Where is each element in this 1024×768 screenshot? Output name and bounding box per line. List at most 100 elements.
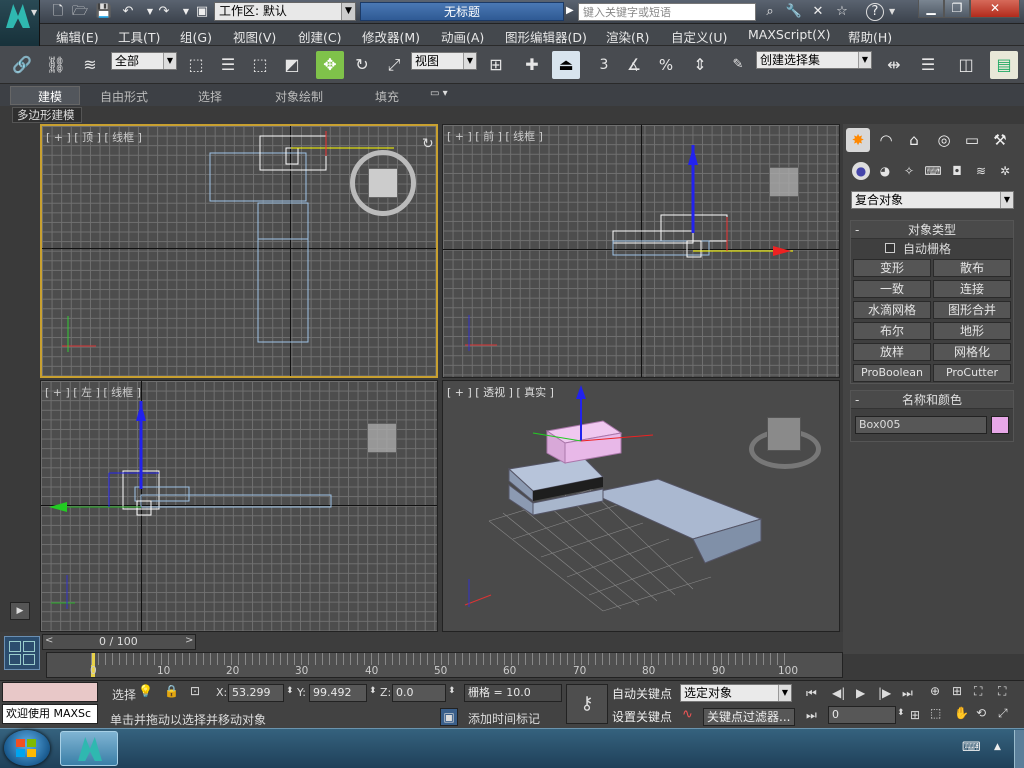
pan-view-icon[interactable]: ✋ [954,706,969,720]
mirror-icon[interactable]: ⇹ [880,51,908,79]
boolean-button[interactable]: 布尔 [853,322,931,340]
ribbon-tab-object-paint[interactable]: 对象绘制 [275,88,323,105]
minimize-button[interactable]: ▁ [918,0,944,18]
menu-rendering[interactable]: 渲染(R) [606,27,649,46]
auto-grid-checkbox[interactable] [885,243,895,253]
viewcube[interactable] [367,423,397,453]
favorites-star-icon[interactable]: ☆ [832,2,852,22]
x-coordinate-field[interactable]: 53.299 [228,684,284,702]
keyboard-icon[interactable]: ⌨ [962,740,981,755]
percent-snap-icon[interactable]: % [652,51,680,79]
cameras-icon[interactable]: ⌨ [924,162,942,180]
space-warps-icon[interactable]: ≋ [972,162,990,180]
menu-create[interactable]: 创建(C) [298,27,341,46]
shapemerge-button[interactable]: 图形合并 [933,301,1011,319]
unlink-selection-icon[interactable]: ⛓ [42,51,70,79]
select-by-name-icon[interactable]: ☰ [214,51,242,79]
time-tag-icon[interactable]: ▣ [440,708,458,726]
open-file-icon[interactable]: 🗁 [70,2,90,22]
selection-lock-icon[interactable]: 🔒 [164,684,179,698]
absolute-mode-icon[interactable]: ⊡ [190,684,200,698]
snaps-toggle-icon[interactable]: 3 [590,51,618,79]
zoom-extents-icon[interactable]: ⛶ [974,684,982,699]
select-object-icon[interactable]: ⬚ [182,51,210,79]
select-and-scale-icon[interactable]: ⤢ [380,51,408,79]
set-key-button[interactable]: 设置关键点 [612,708,672,725]
helpers-icon[interactable]: ◘ [948,162,966,180]
viewcube[interactable] [368,168,398,198]
maxscript-input[interactable]: 欢迎使用 MAXSc [2,704,98,724]
next-frame-icon[interactable]: |▶ [878,686,891,700]
time-slider-prev-icon[interactable]: < [45,635,53,646]
window-crossing-icon[interactable]: ◩ [278,51,306,79]
motion-tab-icon[interactable]: ◎ [932,128,956,152]
search-expand-icon[interactable]: ▶ [566,5,574,16]
time-slider-next-icon[interactable]: > [185,635,193,646]
angle-snap-icon[interactable]: ∡ [620,51,648,79]
select-and-manipulate-icon[interactable]: ✚ [518,51,546,79]
application-menu-button[interactable]: ▼ [0,0,40,46]
go-to-end-icon[interactable]: ⏭ [902,686,913,701]
taskbar-3dsmax-button[interactable] [60,731,118,766]
modify-tab-icon[interactable]: ◠ [874,128,898,152]
viewcube-home-icon[interactable]: ↻ [422,136,434,152]
undo-icon[interactable]: ↶ [118,2,138,22]
selection-filter-select[interactable]: 全部 ▼ [111,52,177,70]
workspace-select[interactable]: 工作区: 默认 ▼ [214,2,356,21]
menu-view[interactable]: 视图(V) [233,27,276,46]
menu-animation[interactable]: 动画(A) [441,27,484,46]
zoom-all-icon[interactable]: ⊞ [952,684,962,698]
y-spinner-icon[interactable]: ⬍ [369,686,377,696]
zoom-icon[interactable]: ⊕ [930,684,940,698]
ribbon-tab-modeling[interactable]: 建模 [38,88,62,105]
pivot-center-icon[interactable]: ⊞ [482,51,510,79]
project-folder-icon[interactable]: ▣ [192,2,212,22]
play-icon[interactable]: ▶ [856,686,865,700]
menu-maxscript[interactable]: MAXScript(X) [748,27,830,42]
spinner-snap-icon[interactable]: ⇕ [686,51,714,79]
viewport-left-label[interactable]: [ + ] [ 左 ] [ 线框 ] [45,384,141,400]
key-filters-button[interactable]: 关键点过滤器... [703,708,795,726]
key-mode-select[interactable]: 选定对象 ▼ [680,684,792,702]
tray-expand-icon[interactable]: ▲ [994,742,1001,752]
mesher-button[interactable]: 网格化 [933,343,1011,361]
help-icon[interactable]: ? [866,3,884,21]
terrain-button[interactable]: 地形 [933,322,1011,340]
expand-viewport-layout-icon[interactable]: ▶ [10,602,30,620]
conform-button[interactable]: 一致 [853,280,931,298]
viewport-top[interactable]: ↻ [ + ] [ 顶 ] [ 线框 ] [40,124,438,378]
maximize-button[interactable]: ❐ [944,0,970,18]
ribbon-tab-selection[interactable]: 选择 [198,88,222,105]
select-and-move-icon[interactable]: ✥ [316,51,344,79]
menu-help[interactable]: 帮助(H) [848,27,892,46]
viewport-perspective-label[interactable]: [ + ] [ 透视 ] [ 真实 ] [447,384,554,400]
show-desktop-button[interactable] [1014,730,1024,768]
viewport-front-label[interactable]: [ + ] [ 前 ] [ 线框 ] [447,128,543,144]
communication-center-icon[interactable]: ✕ [808,2,828,22]
redo-icon[interactable]: ↷ [154,2,174,22]
menu-tools[interactable]: 工具(T) [118,27,160,46]
start-button[interactable] [4,730,50,766]
named-selection-sets-select[interactable]: 创建选择集 ▼ [756,51,872,69]
z-spinner-icon[interactable]: ⬍ [448,686,456,696]
procutter-button[interactable]: ProCutter [933,364,1011,382]
systems-icon[interactable]: ✲ [996,162,1014,180]
viewport-top-label[interactable]: [ + ] [ 顶 ] [ 线框 ] [46,129,142,145]
rollout-header[interactable]: - 名称和颜色 [851,391,1013,409]
edit-named-selection-icon[interactable]: ✎ [724,51,752,79]
lights-icon[interactable]: ✧ [900,162,918,180]
menu-graph-editors[interactable]: 图形编辑器(D) [505,27,587,46]
loft-button[interactable]: 放样 [853,343,931,361]
viewport-front[interactable]: [ + ] [ 前 ] [ 线框 ] [442,124,840,378]
close-button[interactable]: ✕ [970,0,1020,18]
maximize-viewport-icon[interactable]: ⤢ [998,706,1008,721]
object-category-select[interactable]: 复合对象 ▼ [851,191,1014,209]
menu-group[interactable]: 组(G) [180,27,212,46]
reference-coordinate-select[interactable]: 视图 ▼ [411,52,477,70]
create-tab-icon[interactable]: ✸ [846,128,870,152]
x-spinner-icon[interactable]: ⬍ [286,686,294,696]
morph-button[interactable]: 变形 [853,259,931,277]
shapes-icon[interactable]: ◕ [876,162,894,180]
viewport-left[interactable]: [ + ] [ 左 ] [ 线框 ] [40,380,438,632]
search-input[interactable]: 键入关键字或短语 [578,3,756,21]
